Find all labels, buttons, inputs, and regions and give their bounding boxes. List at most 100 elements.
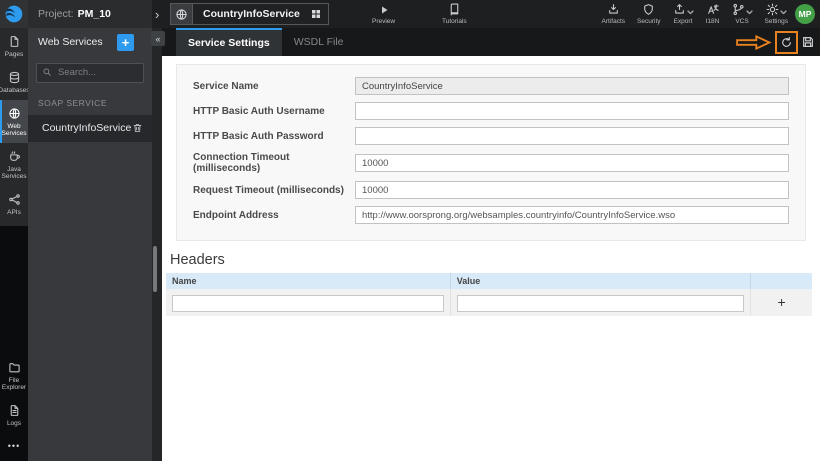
apis-label: APIs — [7, 209, 21, 216]
security-label: Security — [637, 18, 661, 25]
tutorials-button[interactable]: Tutorials — [442, 2, 467, 26]
request-timeout-input[interactable] — [355, 181, 789, 199]
project-label: Project: — [38, 8, 74, 20]
vcs-label: VCS — [735, 18, 749, 25]
form-row: Endpoint Address — [193, 206, 789, 224]
app-logo[interactable] — [0, 0, 28, 28]
upload-icon — [674, 4, 684, 14]
settings-label: Settings — [764, 18, 789, 25]
sidebar-item-file-explorer[interactable]: File Explorer — [0, 354, 28, 397]
settings-button[interactable]: Settings — [764, 3, 789, 25]
editor-tabbar: Service Settings WSDL File — [162, 28, 820, 56]
artifacts-label: Artifacts — [601, 18, 626, 25]
vcs-button[interactable]: VCS — [732, 3, 753, 25]
save-button[interactable] — [801, 35, 815, 49]
http-username-label: HTTP Basic Auth Username — [193, 105, 325, 117]
endpoint-address-label: Endpoint Address — [193, 209, 279, 221]
trash-icon[interactable] — [132, 122, 143, 134]
endpoint-address-input[interactable] — [355, 206, 789, 224]
chevron-right-icon: › — [155, 6, 160, 22]
panel-title: Web Services — [38, 36, 103, 48]
file-explorer-label: File Explorer — [1, 377, 27, 391]
grid-icon[interactable] — [310, 8, 328, 20]
gear-icon — [766, 3, 779, 16]
export-button[interactable]: Export — [673, 3, 694, 25]
header-name-input[interactable] — [172, 295, 444, 312]
globe-icon — [8, 108, 20, 119]
git-branch-icon — [732, 3, 744, 16]
form-row: Service Name — [193, 77, 789, 95]
panel-header: Web Services + — [28, 28, 152, 56]
nav-rail-bottom: File Explorer Logs ••• — [0, 354, 28, 461]
search-icon — [42, 67, 52, 77]
form-row: HTTP Basic Auth Username — [193, 102, 789, 120]
service-search — [36, 62, 144, 83]
database-icon — [9, 71, 19, 84]
play-icon — [381, 6, 388, 13]
service-name-input[interactable] — [355, 77, 789, 95]
caret-down-icon — [745, 10, 753, 15]
headers-section-title: Headers — [170, 252, 225, 268]
nav-rail-top: Pages Databases Web Services Java Servic… — [0, 28, 30, 226]
i18n-button[interactable]: I18N — [706, 3, 720, 25]
service-name-label: Service Name — [193, 80, 259, 92]
project-name: PM_10 — [77, 8, 111, 20]
caret-down-icon — [780, 10, 787, 15]
translate-icon — [707, 4, 719, 14]
sidebar-item-web-services[interactable]: Web Services — [0, 100, 28, 143]
service-settings-form: Service Name HTTP Basic Auth Username HT… — [176, 64, 806, 241]
main-area: Service Settings WSDL File Service Name — [162, 28, 820, 461]
search-input[interactable] — [36, 62, 144, 83]
i18n-label: I18N — [705, 18, 720, 25]
service-tab-label: CountryInfoService — [203, 8, 300, 20]
headers-table: Name Value + — [166, 273, 812, 316]
preview-button[interactable]: Preview — [372, 2, 395, 26]
sidebar-item-apis[interactable]: APIs — [0, 186, 28, 222]
tab-service-settings[interactable]: Service Settings — [176, 28, 282, 56]
collapse-panel-button[interactable]: « — [151, 31, 165, 46]
column-header-actions — [750, 273, 812, 289]
scrollbar-thumb[interactable] — [153, 246, 157, 292]
reload-service-button[interactable] — [775, 30, 798, 54]
project-breadcrumb[interactable]: Project: PM_10 — [28, 0, 152, 28]
form-row: Connection Timeout (milliseconds) — [193, 152, 789, 174]
request-timeout-label: Request Timeout (milliseconds) — [193, 184, 344, 196]
export-label: Export — [673, 18, 693, 25]
web-services-panel: Web Services + SOAP SERVICE CountryInfoS… — [28, 28, 152, 461]
headers-table-row: + — [166, 289, 812, 316]
sidebar-item-logs[interactable]: Logs — [0, 397, 28, 433]
sidebar-item-databases[interactable]: Databases — [0, 64, 30, 100]
http-password-input[interactable] — [355, 127, 789, 145]
add-header-row-button[interactable]: + — [777, 295, 785, 309]
web-services-label: Web Services — [1, 123, 27, 137]
floppy-disk-icon — [803, 37, 813, 47]
column-header-name: Name — [166, 273, 451, 289]
artifacts-button[interactable]: Artifacts — [602, 3, 625, 25]
service-list-item[interactable]: CountryInfoService — [28, 114, 152, 142]
sidebar-item-java-services[interactable]: Java Services — [0, 143, 28, 186]
editor-actions — [735, 28, 815, 56]
sidebar-item-pages[interactable]: Pages — [0, 28, 28, 64]
soap-service-section-label: SOAP SERVICE — [38, 97, 107, 108]
tutorials-label: Tutorials — [442, 18, 467, 25]
http-username-input[interactable] — [355, 102, 789, 120]
folder-icon — [8, 363, 20, 373]
column-header-value: Value — [450, 273, 752, 289]
app-window: Project: PM_10 › CountryInfoService Prev… — [0, 0, 820, 461]
tab-wsdl-file[interactable]: WSDL File — [282, 28, 356, 56]
header-value-input[interactable] — [456, 295, 745, 312]
form-row: Request Timeout (milliseconds) — [193, 181, 789, 199]
user-avatar[interactable]: MP — [795, 4, 815, 24]
pages-label: Pages — [4, 51, 24, 58]
open-service-tab[interactable]: CountryInfoService — [170, 3, 329, 25]
add-service-button[interactable]: + — [117, 33, 134, 51]
preview-label: Preview — [372, 17, 396, 25]
coffee-icon — [9, 151, 20, 161]
more-menu-icon[interactable]: ••• — [0, 433, 28, 461]
pages-icon — [10, 36, 18, 47]
connection-timeout-input[interactable] — [355, 154, 789, 172]
download-icon — [608, 4, 618, 14]
java-services-label: Java Services — [1, 166, 27, 180]
api-nodes-icon — [8, 194, 20, 205]
security-button[interactable]: Security — [637, 3, 661, 25]
